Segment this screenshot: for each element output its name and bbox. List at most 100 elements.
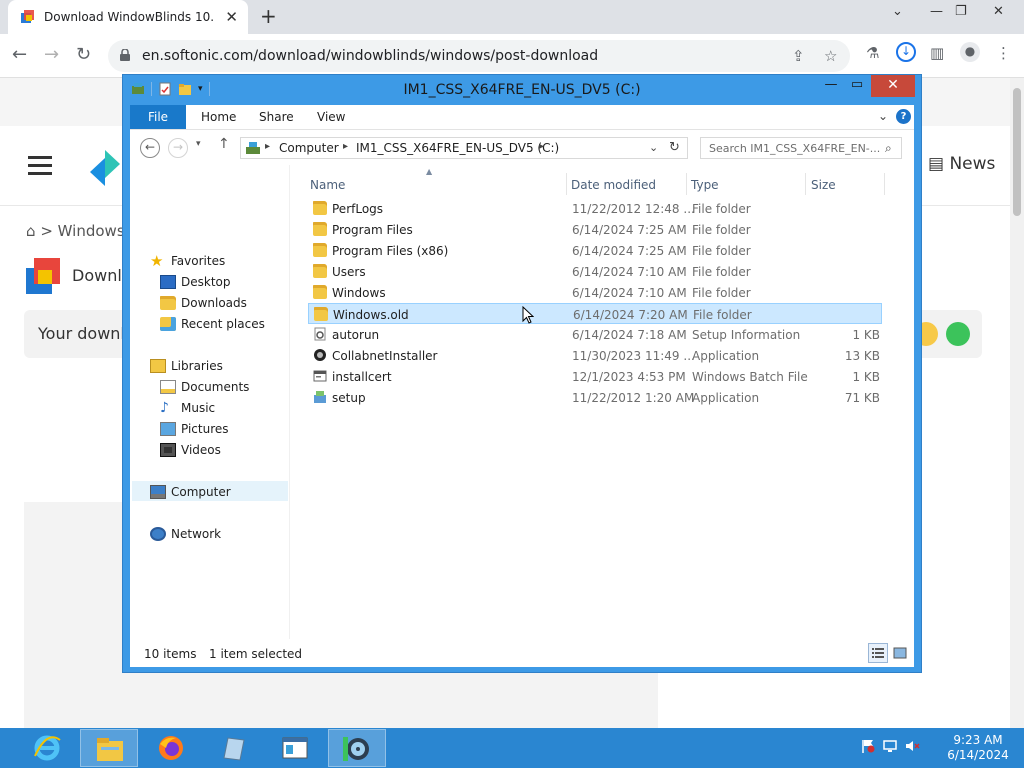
scrollbar-thumb[interactable]: [1013, 88, 1021, 216]
ribbon-expand-chevron-icon[interactable]: ⌄: [878, 109, 888, 123]
tree-item-pictures[interactable]: Pictures: [160, 419, 229, 439]
minimize-icon[interactable]: —: [930, 4, 943, 19]
column-divider[interactable]: [805, 173, 806, 195]
bookmark-star-icon[interactable]: ☆: [824, 47, 837, 65]
download-icon[interactable]: ↓: [896, 42, 916, 62]
table-row[interactable]: setup 11/22/2012 1:20 AM Application 71 …: [308, 387, 882, 408]
page-scrollbar[interactable]: [1010, 78, 1024, 728]
breadcrumb-windows[interactable]: Windows: [58, 222, 125, 240]
share-icon[interactable]: ⇪: [792, 47, 805, 65]
reload-icon[interactable]: ↻: [76, 44, 91, 66]
new-tab-button[interactable]: +: [260, 5, 277, 27]
explorer-title: IM1_CSS_X64FRE_EN-US_DV5 (C:): [403, 82, 641, 98]
table-row[interactable]: installcert 12/1/2023 4:53 PM Windows Ba…: [308, 366, 882, 387]
explorer-maximize-icon[interactable]: ▭: [847, 75, 867, 97]
address-bar[interactable]: en.softonic.com/download/windowblinds/wi…: [108, 40, 850, 72]
forward-icon[interactable]: →: [44, 44, 59, 66]
taskbar-windowblinds-installer[interactable]: [328, 729, 386, 767]
tab-view[interactable]: View: [317, 110, 345, 124]
browser-tab[interactable]: Download WindowBlinds 10.89 ✕: [8, 0, 248, 34]
tree-item-music[interactable]: ♪ Music: [160, 398, 215, 418]
tree-item-desktop[interactable]: Desktop: [160, 272, 231, 292]
breadcrumb-separator-icon[interactable]: ▸: [343, 141, 348, 152]
network-tray-icon[interactable]: [882, 738, 898, 754]
close-icon[interactable]: ✕: [993, 4, 1004, 19]
tree-item-downloads[interactable]: Downloads: [160, 293, 247, 313]
home-icon[interactable]: ⌂: [26, 222, 36, 240]
nav-back-icon[interactable]: ←: [140, 138, 160, 158]
table-row[interactable]: CollabnetInstaller 11/30/2023 11:49 ... …: [308, 345, 882, 366]
table-row[interactable]: Windows 6/14/2024 7:10 AM File folder: [308, 282, 882, 303]
table-row-selected[interactable]: Windows.old 6/14/2024 7:20 AM File folde…: [308, 303, 882, 324]
tree-item-recent-places[interactable]: Recent places: [160, 314, 265, 334]
large-icons-view-icon[interactable]: [890, 643, 910, 663]
help-icon[interactable]: ?: [896, 109, 911, 124]
network-icon: [150, 527, 166, 541]
taskbar-app-window[interactable]: [266, 729, 324, 767]
address-segment-drive[interactable]: IM1_CSS_X64FRE_EN-US_DV5 (C:): [356, 141, 559, 155]
firefox-icon: [159, 736, 183, 760]
tab-file[interactable]: File: [130, 105, 186, 129]
breadcrumb-separator-icon[interactable]: ▸: [265, 141, 270, 152]
tab-share[interactable]: Share: [259, 110, 294, 124]
table-row[interactable]: PerfLogs 11/22/2012 12:48 ... File folde…: [308, 198, 882, 219]
tab-home[interactable]: Home: [201, 110, 236, 124]
explorer-titlebar[interactable]: ▾ IM1_CSS_X64FRE_EN-US_DV5 (C:) — ▭ ✕: [123, 75, 921, 105]
folder-icon: [313, 201, 327, 215]
tree-favorites[interactable]: ★ Favorites: [150, 251, 225, 271]
happy-face-icon[interactable]: [946, 322, 970, 346]
tree-network[interactable]: Network: [150, 524, 221, 544]
extension-flask-icon[interactable]: ⚗: [866, 44, 879, 62]
column-header-name[interactable]: Name: [310, 178, 345, 192]
refresh-icon[interactable]: ↻: [669, 140, 680, 155]
side-panel-icon[interactable]: ▥: [930, 44, 944, 62]
file-explorer-icon: [97, 738, 123, 761]
recent-locations-icon[interactable]: ▾: [196, 139, 201, 149]
table-row[interactable]: Program Files 6/14/2024 7:25 AM File fol…: [308, 219, 882, 240]
explorer-close-button[interactable]: ✕: [871, 75, 915, 97]
up-icon[interactable]: ↑: [218, 136, 230, 152]
back-icon[interactable]: ←: [12, 44, 27, 66]
tree-item-videos[interactable]: Videos: [160, 440, 221, 460]
profile-avatar-icon[interactable]: ●: [960, 42, 980, 62]
column-divider[interactable]: [884, 173, 885, 195]
column-header-type[interactable]: Type: [691, 178, 719, 192]
search-icon[interactable]: ⌕: [885, 141, 892, 156]
taskbar-firefox[interactable]: [142, 729, 200, 767]
clock-date: 6/14/2024: [947, 748, 1009, 762]
restore-icon[interactable]: ❐: [955, 4, 967, 19]
taskbar-file-explorer[interactable]: [80, 729, 138, 767]
file-date: 11/22/2012 12:48 ...: [572, 202, 695, 216]
nav-forward-icon[interactable]: →: [168, 138, 188, 158]
column-header-size[interactable]: Size: [811, 178, 836, 192]
file-name: Windows: [332, 286, 386, 300]
tab-search-chevron-icon[interactable]: ⌄: [892, 4, 903, 19]
table-row[interactable]: autorun 6/14/2024 7:18 AM Setup Informat…: [308, 324, 882, 345]
downloads-folder-icon: [160, 296, 176, 310]
breadcrumb-separator-icon[interactable]: ▸: [539, 141, 544, 152]
system-clock[interactable]: 9:23 AM 6/14/2024: [938, 733, 1018, 763]
hamburger-menu-icon[interactable]: [28, 156, 52, 180]
taskbar-app-slate[interactable]: [204, 729, 262, 767]
explorer-address-bar[interactable]: ▸ Computer ▸ IM1_CSS_X64FRE_EN-US_DV5 (C…: [240, 137, 688, 159]
explorer-minimize-icon[interactable]: —: [821, 75, 841, 97]
column-divider[interactable]: [566, 173, 567, 195]
address-dropdown-icon[interactable]: ⌄: [649, 141, 658, 154]
details-view-icon[interactable]: [868, 643, 888, 663]
softonic-logo-icon[interactable]: [88, 148, 122, 188]
column-header-date[interactable]: Date modified: [571, 178, 656, 192]
tab-close-icon[interactable]: ✕: [225, 9, 238, 25]
tree-computer[interactable]: Computer: [150, 482, 231, 502]
address-segment-computer[interactable]: Computer: [279, 141, 339, 155]
volume-muted-icon[interactable]: [904, 738, 920, 754]
table-row[interactable]: Program Files (x86) 6/14/2024 7:25 AM Fi…: [308, 240, 882, 261]
action-center-flag-icon[interactable]: [860, 738, 876, 754]
tree-item-documents[interactable]: Documents: [160, 377, 249, 397]
column-divider[interactable]: [686, 173, 687, 195]
tree-libraries[interactable]: Libraries: [150, 356, 223, 376]
news-link[interactable]: ▤ News: [928, 154, 995, 174]
search-box[interactable]: Search IM1_CSS_X64FRE_EN-... ⌕: [700, 137, 902, 159]
menu-kebab-icon[interactable]: ⋮: [996, 44, 1011, 62]
taskbar-internet-explorer[interactable]: [18, 729, 76, 767]
table-row[interactable]: Users 6/14/2024 7:10 AM File folder: [308, 261, 882, 282]
